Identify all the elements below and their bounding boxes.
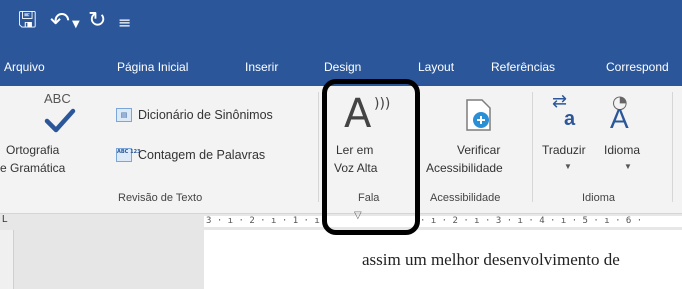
- tab-selector-icon[interactable]: L: [2, 214, 8, 225]
- group-label-idioma: Idioma: [582, 192, 616, 204]
- abc-text: ABC: [44, 91, 71, 106]
- tab-design[interactable]: Design: [324, 60, 361, 74]
- idioma-button[interactable]: ◔ A Idioma ▼: [600, 86, 660, 186]
- document-text-line[interactable]: assim um melhor desenvolvimento de: [362, 250, 620, 270]
- group-divider: [532, 92, 533, 202]
- dicionario-sinonimos-button[interactable]: ▤ Dicionário de Sinônimos: [116, 108, 273, 122]
- idioma-label: Idioma: [604, 143, 641, 157]
- language-a-icon: A: [610, 103, 629, 134]
- contagem-label: Contagem de Palavras: [138, 148, 266, 162]
- tab-inserir[interactable]: Inserir: [245, 60, 278, 74]
- idioma-dropdown-icon: ▼: [624, 162, 632, 171]
- ortografia-button[interactable]: ABC Ortografia e Gramática: [0, 86, 108, 186]
- gramatica-label: e Gramática: [0, 161, 66, 175]
- verificar-label: Verificar: [457, 143, 501, 157]
- ruler-left-marks: 3 · ı · 2 · ı · 1 · ı: [206, 216, 320, 226]
- redo-icon[interactable]: ↻: [88, 8, 106, 34]
- verificar-acessibilidade-button[interactable]: Verificar Acessibilidade: [424, 86, 528, 186]
- acessibilidade-label: Acessibilidade: [426, 161, 503, 175]
- vertical-ruler: [0, 230, 14, 289]
- traduzir-dropdown-icon: ▼: [564, 162, 572, 171]
- contagem-palavras-button[interactable]: ABC 123 Contagem de Palavras: [116, 148, 265, 162]
- tab-pagina-inicial[interactable]: Página Inicial: [117, 60, 188, 74]
- undo-icon[interactable]: ↶: [50, 8, 70, 34]
- traduzir-button[interactable]: ⇄ a Traduzir ▼: [538, 86, 600, 186]
- group-label-acessibilidade: Acessibilidade: [430, 192, 501, 204]
- highlight-box: [322, 79, 420, 235]
- group-divider: [672, 92, 673, 202]
- tab-referencias[interactable]: Referências: [491, 60, 555, 74]
- tab-correspondencias[interactable]: Correspond: [606, 60, 669, 74]
- group-divider: [318, 92, 319, 202]
- traduzir-label: Traduzir: [542, 143, 586, 157]
- dicionario-label: Dicionário de Sinônimos: [138, 108, 273, 122]
- undo-dropdown-icon[interactable]: ▼: [72, 12, 80, 38]
- group-label-revisao: Revisão de Texto: [118, 192, 203, 204]
- save-icon[interactable]: 🖫: [18, 8, 37, 34]
- ruler-right-marks: · ı · 2 · ı · 3 · ı · 4 · ı · 5 · ı · 6 …: [420, 216, 643, 226]
- ortografia-label: Ortografia: [6, 143, 60, 157]
- tab-arquivo[interactable]: Arquivo: [4, 60, 45, 74]
- translate-a-icon: a: [564, 108, 576, 130]
- accessibility-check-icon: [466, 99, 491, 131]
- word-count-icon: ABC 123: [116, 148, 141, 162]
- checkmark-icon: [44, 108, 76, 133]
- customize-icon[interactable]: ≡: [118, 10, 131, 36]
- title-bar: 🖫 ↶ ▼ ↻ ≡: [0, 0, 682, 50]
- tab-layout[interactable]: Layout: [418, 60, 454, 74]
- thesaurus-icon: ▤: [116, 108, 132, 122]
